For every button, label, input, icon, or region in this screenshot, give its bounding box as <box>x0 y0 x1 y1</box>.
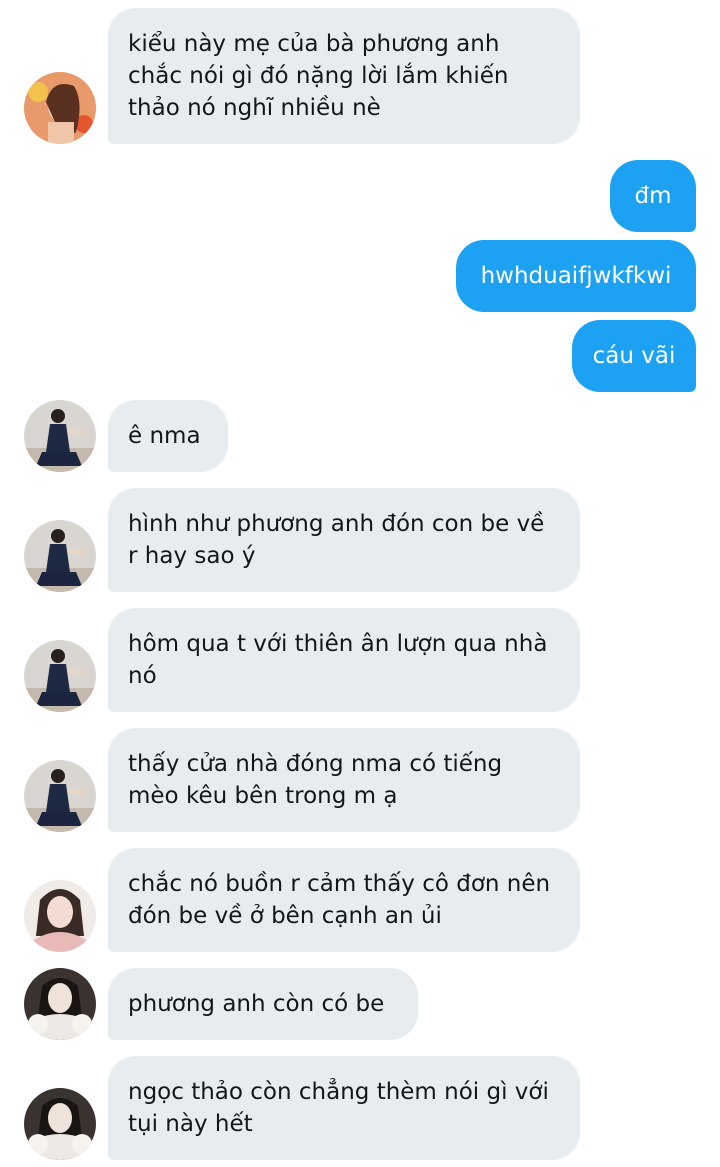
message-bubble-incoming[interactable]: phương anh còn có be <box>108 968 418 1040</box>
message-bubble-incoming[interactable]: chắc nó buồn r cảm thấy cô đơn nên đón b… <box>108 848 580 952</box>
message-bubble-outgoing[interactable]: hwhduaifjwkfkwi <box>456 240 696 312</box>
sender-avatar[interactable] <box>24 72 96 144</box>
message-bubble-incoming[interactable]: thấy cửa nhà đóng nma có tiếng mèo kêu b… <box>108 728 580 832</box>
sender-avatar[interactable] <box>24 880 96 952</box>
message-text: kiểu này mẹ của bà phương anh chắc nói g… <box>128 31 509 121</box>
message-bubble-incoming[interactable]: hình như phương anh đón con be về r hay … <box>108 488 580 592</box>
message-text: hôm qua t với thiên ân lượn qua nhà nó <box>128 631 548 689</box>
message-bubble-incoming[interactable]: kiểu này mẹ của bà phương anh chắc nói g… <box>108 8 580 144</box>
message-text: ê nma <box>128 423 201 449</box>
sender-avatar[interactable] <box>24 968 96 1040</box>
message-bubble-outgoing[interactable]: đm <box>610 160 696 232</box>
message-text: cáu vãi <box>592 343 676 369</box>
message-text: thấy cửa nhà đóng nma có tiếng mèo kêu b… <box>128 751 503 809</box>
message-text: hình như phương anh đón con be về r hay … <box>128 511 545 569</box>
message-text: đm <box>634 183 672 209</box>
sender-avatar[interactable] <box>24 760 96 832</box>
message-bubble-outgoing[interactable]: cáu vãi <box>572 320 696 392</box>
message-text: ngọc thảo còn chẳng thèm nói gì với tụi … <box>128 1079 549 1137</box>
message-bubble-incoming[interactable]: ngọc thảo còn chẳng thèm nói gì với tụi … <box>108 1056 580 1160</box>
sender-avatar[interactable] <box>24 520 96 592</box>
message-bubble-incoming[interactable]: hôm qua t với thiên ân lượn qua nhà nó <box>108 608 580 712</box>
message-text: hwhduaifjwkfkwi <box>480 263 672 289</box>
sender-avatar[interactable] <box>24 1088 96 1160</box>
message-text: phương anh còn có be <box>128 991 385 1017</box>
message-text: chắc nó buồn r cảm thấy cô đơn nên đón b… <box>128 871 551 929</box>
sender-avatar[interactable] <box>24 640 96 712</box>
message-bubble-incoming[interactable]: ê nma <box>108 400 228 472</box>
sender-avatar[interactable] <box>24 400 96 472</box>
